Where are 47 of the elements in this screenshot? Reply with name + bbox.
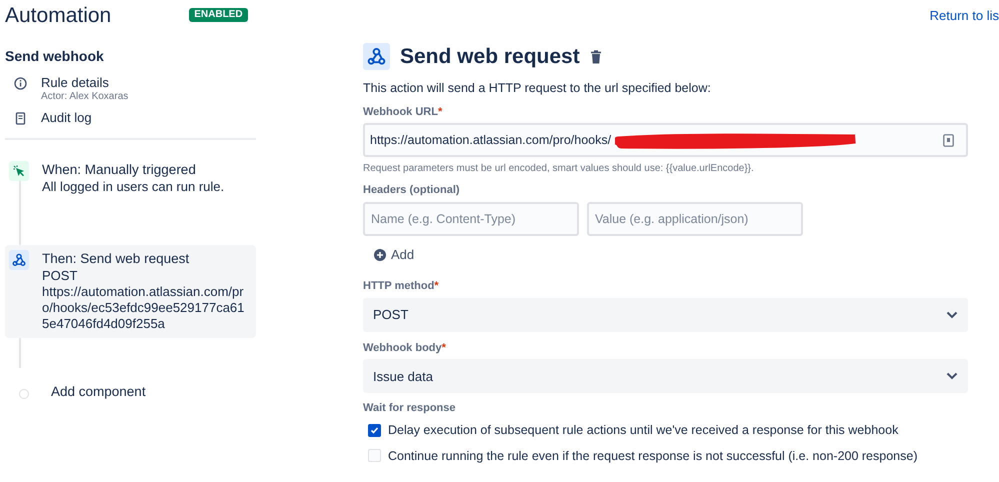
step-detail: POST [42, 268, 78, 284]
step-detail: All logged in users can run rule. [42, 179, 224, 195]
webhook-icon [367, 47, 386, 66]
field-label: Webhook body [363, 342, 442, 354]
add-component-link[interactable]: Add component [51, 382, 146, 402]
app-title: Automation [5, 3, 112, 29]
required-mark: * [438, 106, 442, 118]
header-value-field[interactable]: Value (e.g. application/json) [587, 202, 803, 236]
checkmark-icon [370, 426, 379, 435]
select-field[interactable]: Issue data [363, 359, 968, 394]
select-field[interactable]: POST [363, 298, 968, 332]
rule-step[interactable]: When: Manually triggered All logged in users can run rule. [5, 156, 256, 201]
header-name-field[interactable]: Name (e.g. Content-Type) [363, 202, 579, 236]
step-title: When: Manually triggered [42, 161, 197, 179]
chevron-down-icon [946, 372, 958, 380]
return-link[interactable]: Return to lis [930, 6, 999, 26]
add-button[interactable]: Add [374, 244, 414, 264]
checkbox[interactable] [368, 449, 381, 462]
rule-step[interactable]: Then: Send web request POST https://automation.atlassian.com/pro/hooks/ec53efdc99ee529177ca615e47046fd4d09f255a [5, 245, 256, 338]
help-text: Request parameters must be url encoded, smart values should use: {{value.urlEncode}}. [363, 162, 755, 176]
sidebar-link[interactable]: Rule details [41, 75, 128, 91]
clipboard-icon [943, 134, 954, 148]
checkbox-label: Delay execution of subsequent rule actions until we've received a response for this webhook [388, 422, 898, 439]
required-mark: * [434, 280, 439, 292]
step-title: Then: Send web request [42, 250, 190, 268]
checkbox-label: Continue running the rule even if the request response is not successful (i.e. non-200 response) [388, 448, 918, 465]
field-label: Headers (optional) [363, 184, 460, 196]
status-badge: ENABLED [189, 8, 248, 22]
circle-icon [19, 388, 29, 399]
field-label: Webhook URL [363, 106, 438, 118]
sidebar-link[interactable]: Audit log [41, 110, 92, 126]
description-text: This action will send a HTTP request to the url specified below: [363, 80, 712, 97]
plus-circle-icon [374, 248, 386, 260]
webhook-icon [12, 253, 26, 267]
rule-name: Send webhook [5, 47, 105, 66]
step-detail: https://automation.atlassian.com/pro/hooks/ec53efdc99ee529177ca615e47046fd4d09f255a [42, 284, 246, 332]
cursor-icon [13, 165, 25, 177]
trash-icon [590, 50, 602, 64]
chevron-down-icon [946, 310, 958, 319]
panel-title: Send web request [400, 44, 580, 70]
actor-text: Actor: Alex Koxaras [41, 91, 128, 102]
field-label: Wait for response [363, 401, 456, 416]
field-label: HTTP method [363, 280, 434, 292]
info-icon [14, 77, 27, 90]
document-icon [14, 112, 27, 125]
checkbox[interactable] [368, 424, 381, 437]
required-mark: * [442, 342, 446, 354]
